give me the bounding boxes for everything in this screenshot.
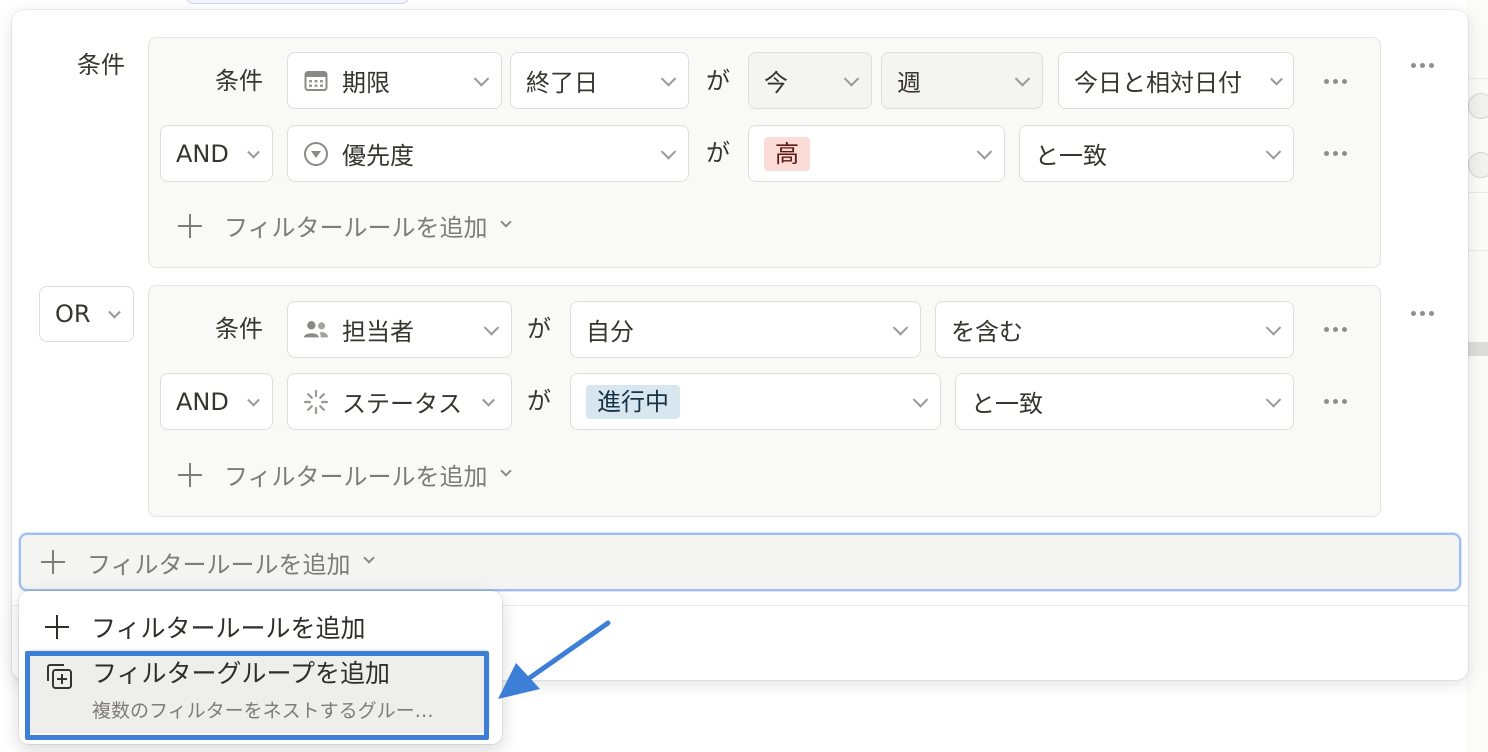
chevron-down-icon xyxy=(247,145,260,159)
rule-more-icon[interactable] xyxy=(1324,151,1347,156)
property-select-status[interactable]: ステータス xyxy=(287,373,512,430)
property-select-deadline[interactable]: 期限 xyxy=(287,52,502,109)
add-filter-rule-button[interactable]: フィルタールールを追加 xyxy=(178,208,512,243)
rule-where-label: 条件 xyxy=(215,67,263,95)
rule-more-icon[interactable] xyxy=(1324,399,1347,404)
background-chip xyxy=(185,0,410,4)
menu-item-description: 複数のフィルターをネストするグルー… xyxy=(92,700,434,722)
chevron-down-icon xyxy=(108,305,121,319)
property-select-priority[interactable]: 優先度 xyxy=(287,125,689,182)
add-filter-rule-button-focused[interactable]: フィルタールールを追加 xyxy=(19,533,1461,591)
operator-select[interactable]: と一致 xyxy=(1019,125,1294,182)
property-label: 期限 xyxy=(342,69,390,97)
add-rule-label: フィルタールールを追加 xyxy=(224,463,488,491)
property-label: ステータス xyxy=(342,390,462,418)
operator-select[interactable]: を含む xyxy=(935,301,1294,358)
add-filter-menu: フィルタールールを追加 フィルターグループを追加 複数のフィルターをネストするグ… xyxy=(19,591,502,744)
verb-label: が xyxy=(527,387,551,415)
chevron-down-icon xyxy=(660,70,677,87)
menu-item-label: フィルタールールを追加 xyxy=(91,614,366,643)
background-avatar xyxy=(1468,93,1488,119)
operator-select[interactable]: 今日と相対日付 xyxy=(1058,52,1294,109)
operator-label: を含む xyxy=(951,318,1023,346)
value-tag: 高 xyxy=(764,136,810,171)
or-connector-select[interactable]: OR xyxy=(39,286,134,342)
connector-label: AND xyxy=(176,387,229,416)
chevron-down-icon xyxy=(1270,72,1283,86)
group1-more-icon[interactable] xyxy=(1411,63,1434,68)
and-connector-select[interactable]: AND xyxy=(160,125,273,182)
unit-label: 週 xyxy=(897,69,921,97)
value-select[interactable]: 進行中 xyxy=(570,373,941,430)
date-field-select[interactable]: 終了日 xyxy=(510,52,689,109)
add-rule-label: フィルタールールを追加 xyxy=(224,214,488,242)
plus-icon xyxy=(178,213,202,238)
add-rule-label: フィルタールールを追加 xyxy=(87,550,351,579)
chevron-down-icon xyxy=(483,319,500,336)
chevron-down-icon xyxy=(976,143,993,160)
rule-more-icon[interactable] xyxy=(1324,327,1347,332)
chevron-down-icon xyxy=(473,70,490,87)
field-label: 終了日 xyxy=(526,69,598,97)
chevron-down-icon xyxy=(362,552,375,564)
value-label: 自分 xyxy=(586,318,634,346)
status-icon xyxy=(303,389,329,415)
chevron-down-icon xyxy=(660,143,677,160)
add-filter-rule-button[interactable]: フィルタールールを追加 xyxy=(178,457,512,492)
where-label: 条件 xyxy=(77,51,125,79)
plus-icon xyxy=(41,550,65,574)
chevron-down-icon xyxy=(482,393,495,407)
calendar-icon xyxy=(303,68,329,94)
value-tag: 進行中 xyxy=(586,384,680,419)
relative-select[interactable]: 今 xyxy=(748,52,872,109)
operator-label: と一致 xyxy=(971,390,1043,418)
add-group-icon xyxy=(44,661,74,695)
verb-label: が xyxy=(527,315,551,343)
property-label: 担当者 xyxy=(342,318,414,346)
relative-label: 今 xyxy=(764,69,788,97)
chevron-down-icon xyxy=(1265,143,1282,160)
plus-icon xyxy=(178,462,202,487)
verb-label: が xyxy=(706,67,730,95)
chevron-down-icon xyxy=(843,70,860,87)
chevron-down-icon xyxy=(892,319,909,336)
connector-label: OR xyxy=(55,300,91,328)
group2-more-icon[interactable] xyxy=(1411,311,1434,316)
chevron-down-icon xyxy=(499,464,512,477)
property-label: 優先度 xyxy=(342,142,414,170)
menu-item-add-group[interactable]: フィルターグループを追加 複数のフィルターをネストするグルー… xyxy=(27,649,490,733)
chevron-down-icon xyxy=(1265,319,1282,336)
chevron-down-icon xyxy=(499,215,512,228)
plus-icon xyxy=(45,615,69,639)
value-select[interactable]: 高 xyxy=(748,125,1005,182)
unit-select[interactable]: 週 xyxy=(881,52,1043,109)
property-select-assignee[interactable]: 担当者 xyxy=(287,301,512,358)
rule-where-label: 条件 xyxy=(215,315,263,343)
rule-more-icon[interactable] xyxy=(1324,79,1347,84)
arrow-annotation-icon xyxy=(498,620,611,699)
chevron-down-icon xyxy=(912,391,929,408)
select-icon xyxy=(303,141,329,167)
operator-select[interactable]: と一致 xyxy=(955,373,1294,430)
chevron-down-icon xyxy=(1265,391,1282,408)
connector-label: AND xyxy=(176,139,229,168)
operator-label: と一致 xyxy=(1035,142,1107,170)
and-connector-select[interactable]: AND xyxy=(160,373,273,430)
menu-item-add-rule[interactable]: フィルタールールを追加 xyxy=(45,609,366,645)
background-avatar xyxy=(1468,152,1488,178)
verb-label: が xyxy=(706,139,730,167)
value-select[interactable]: 自分 xyxy=(570,301,921,358)
operator-label: 今日と相対日付 xyxy=(1074,69,1242,97)
menu-item-label: フィルターグループを追加 xyxy=(92,659,391,688)
chevron-down-icon xyxy=(247,393,260,407)
people-icon xyxy=(303,317,329,343)
chevron-down-icon xyxy=(1014,70,1031,87)
